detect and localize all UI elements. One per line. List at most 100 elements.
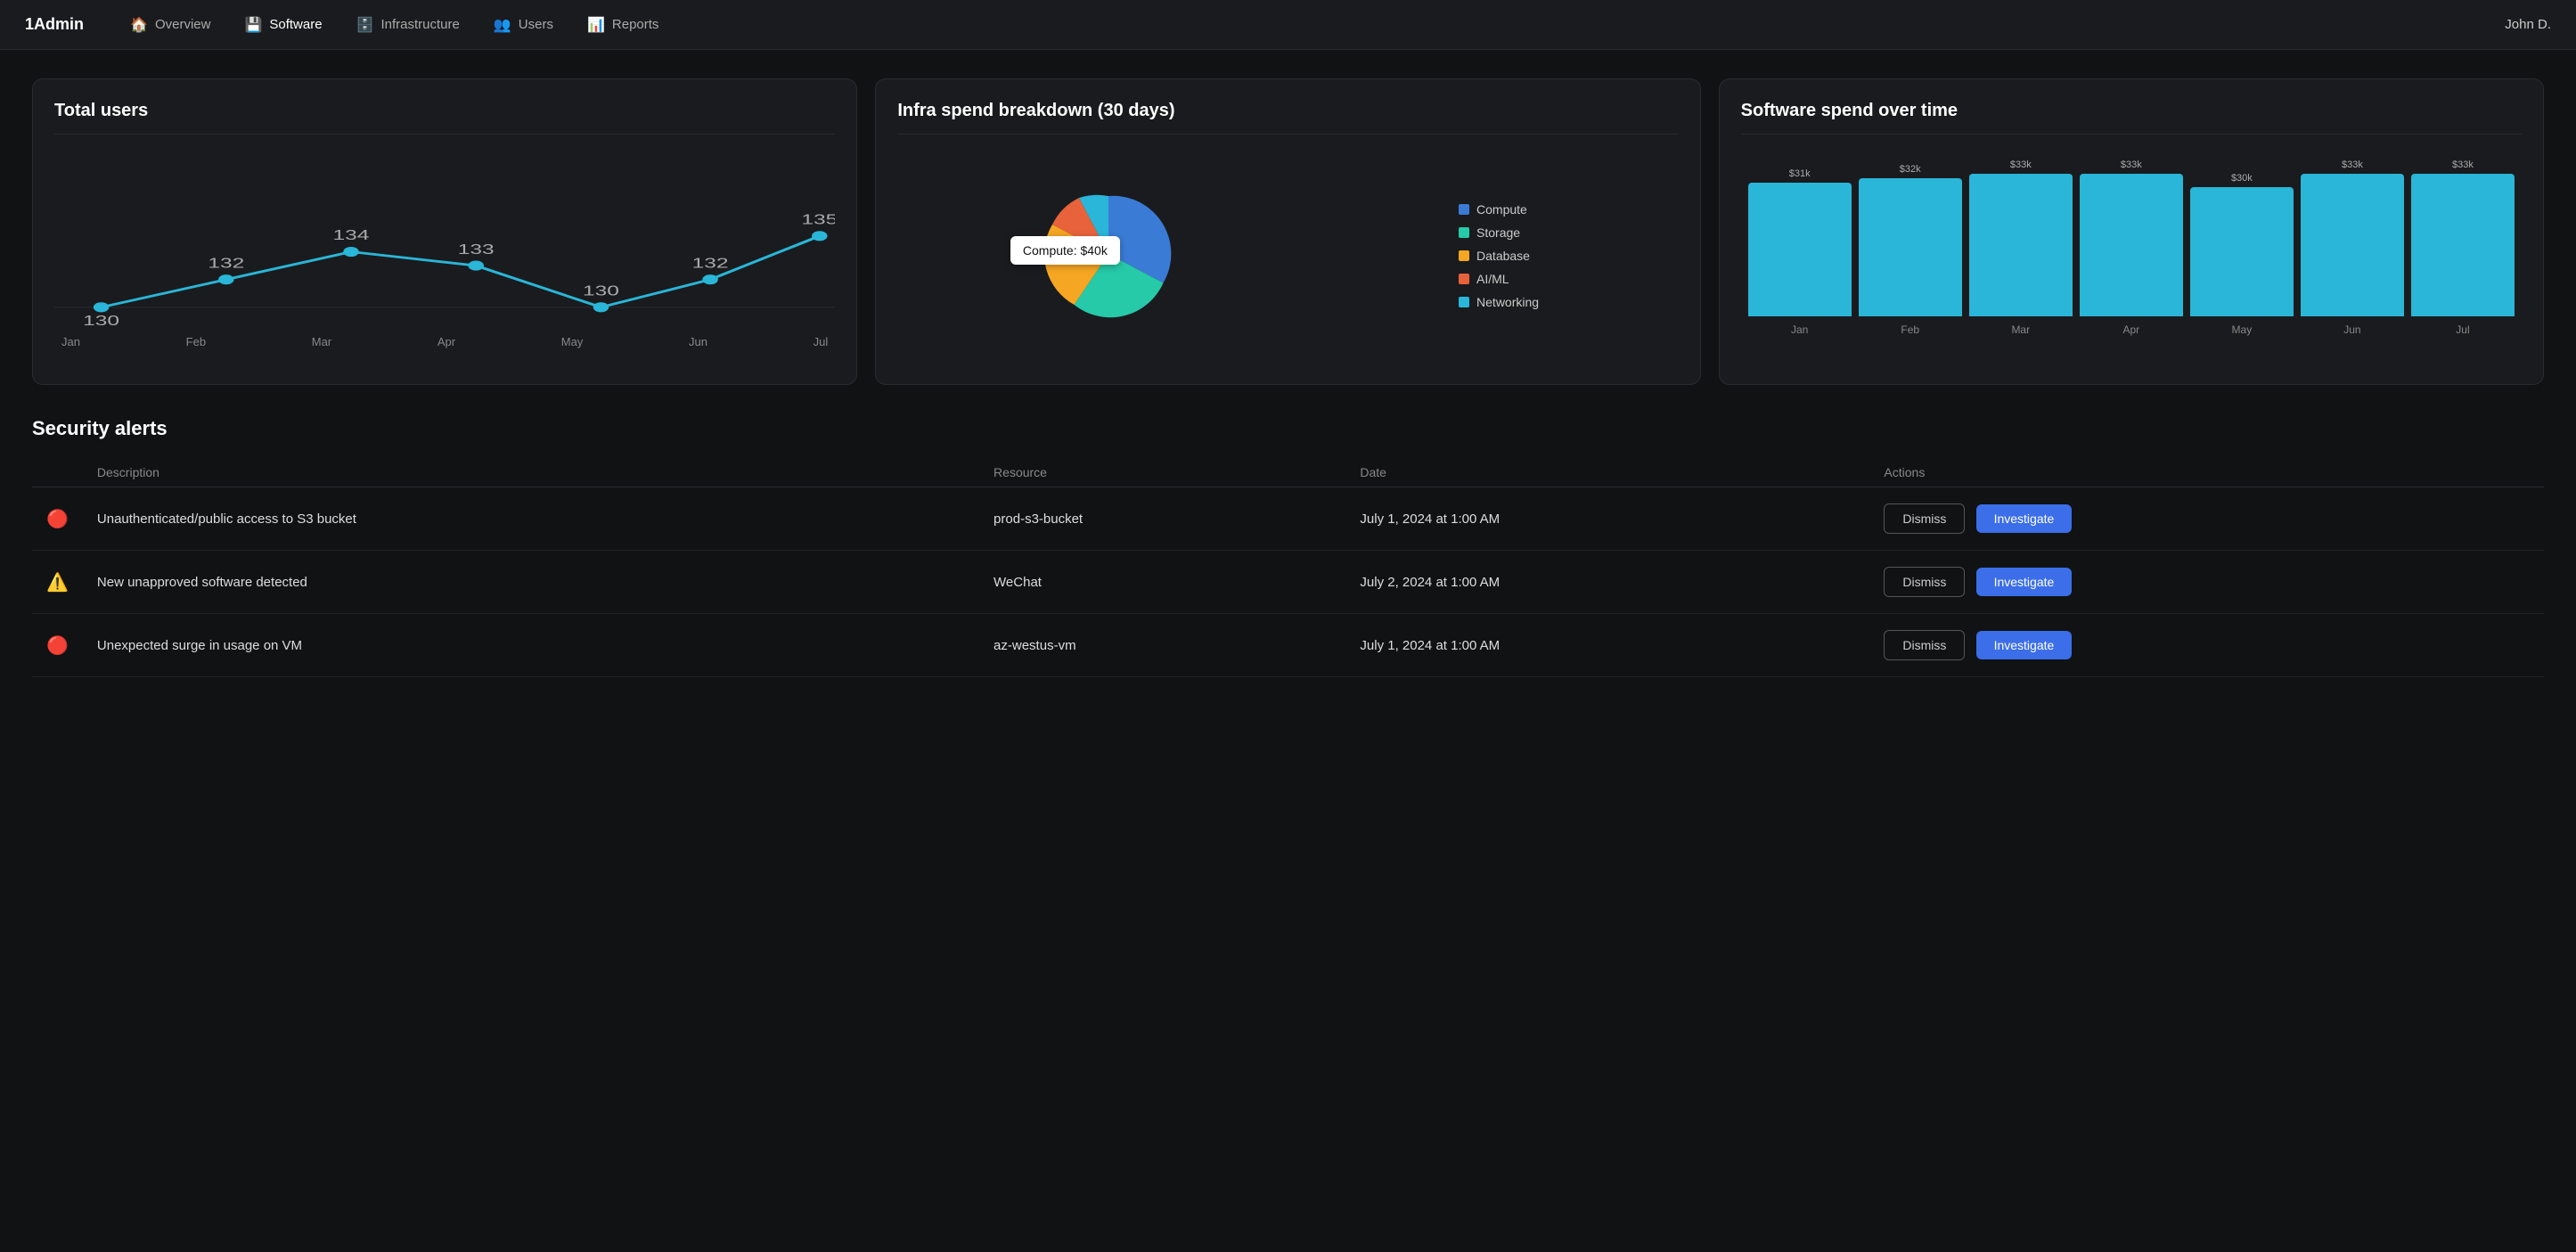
svg-text:132: 132 (208, 256, 244, 271)
investigate-button-0[interactable]: Investigate (1976, 504, 2073, 533)
svg-text:134: 134 (333, 228, 370, 243)
th-description: Description (83, 458, 979, 487)
table-row: 🔴 Unauthenticated/public access to S3 bu… (32, 487, 2544, 551)
bar-label-bottom-jan: Jan (1791, 323, 1808, 336)
table-row: 🔴 Unexpected surge in usage on VM az-wes… (32, 614, 2544, 677)
alert-date-1: July 2, 2024 at 1:00 AM (1345, 551, 1869, 614)
overview-icon: 🏠 (130, 16, 148, 34)
bar-col-may: $30k May (2190, 173, 2294, 336)
total-users-chart: 130 132 134 133 130 132 135 Jan Feb Mar … (54, 149, 835, 363)
legend-storage-label: Storage (1476, 225, 1520, 240)
bar-rect-jun (2301, 174, 2404, 316)
alert-icon-1: ⚠️ (46, 573, 69, 593)
alert-actions-2: Dismiss Investigate (1869, 614, 2544, 677)
svg-text:132: 132 (692, 256, 729, 271)
nav-software[interactable]: 💾 Software (230, 9, 336, 41)
svg-text:130: 130 (583, 283, 619, 299)
bar-label-top-jul: $33k (2452, 160, 2474, 170)
bar-label-top-jun: $33k (2342, 160, 2363, 170)
nav-overview[interactable]: 🏠 Overview (116, 9, 225, 41)
bar-col-jul: $33k Jul (2411, 160, 2515, 336)
bar-chart-wrap: $31k Jan $32k Feb $33k Mar $33k Apr $30k… (1741, 149, 2522, 336)
bar-rect-mar (1969, 174, 2073, 316)
alert-resource-0: prod-s3-bucket (979, 487, 1345, 551)
table-row: ⚠️ New unapproved software detected WeCh… (32, 551, 2544, 614)
total-users-card: Total users (32, 78, 857, 385)
bar-col-mar: $33k Mar (1969, 160, 2073, 336)
alert-icon-cell-2: 🔴 (32, 614, 83, 677)
aiml-dot (1459, 274, 1469, 284)
line-chart-svg: 130 132 134 133 130 132 135 (54, 149, 835, 327)
reports-icon: 📊 (587, 16, 605, 34)
legend-aiml-label: AI/ML (1476, 272, 1509, 286)
pie-chart-svg (1037, 183, 1180, 325)
nav-users[interactable]: 👥 Users (479, 9, 568, 41)
svg-text:135: 135 (801, 212, 835, 227)
x-jul: Jul (814, 335, 829, 348)
bar-label-top-mar: $33k (2010, 160, 2032, 170)
svg-text:130: 130 (83, 313, 119, 327)
x-mar: Mar (312, 335, 331, 348)
nav-reports[interactable]: 📊 Reports (573, 9, 673, 41)
bar-col-apr: $33k Apr (2080, 160, 2183, 336)
legend-networking-label: Networking (1476, 295, 1539, 309)
alert-actions-0: Dismiss Investigate (1869, 487, 2544, 551)
software-spend-title: Software spend over time (1741, 101, 2522, 135)
pie-section: Compute: $40k Compute Storage Database (897, 149, 1678, 363)
total-users-title: Total users (54, 101, 835, 135)
storage-dot (1459, 227, 1469, 238)
bar-col-jun: $33k Jun (2301, 160, 2404, 336)
nav-software-label: Software (269, 17, 322, 32)
x-jan: Jan (61, 335, 80, 348)
bar-label-bottom-jun: Jun (2343, 323, 2360, 336)
software-spend-card: Software spend over time $31k Jan $32k F… (1719, 78, 2544, 385)
legend-aiml: AI/ML (1459, 272, 1539, 286)
bar-label-bottom-apr: Apr (2122, 323, 2139, 336)
bar-label-top-jan: $31k (1789, 168, 1811, 179)
line-chart-x-axis: Jan Feb Mar Apr May Jun Jul (54, 331, 835, 348)
investigate-button-1[interactable]: Investigate (1976, 568, 2073, 596)
th-actions: Actions (1869, 458, 2544, 487)
th-resource: Resource (979, 458, 1345, 487)
dismiss-button-1[interactable]: Dismiss (1884, 567, 1965, 597)
investigate-button-2[interactable]: Investigate (1976, 631, 2073, 659)
infra-spend-title: Infra spend breakdown (30 days) (897, 101, 1678, 135)
nav-infrastructure[interactable]: 🗄️ Infrastructure (342, 9, 474, 41)
nav-reports-label: Reports (612, 17, 659, 32)
security-alerts-title: Security alerts (32, 417, 2544, 440)
legend-database: Database (1459, 249, 1539, 263)
bar-label-top-may: $30k (2231, 173, 2253, 184)
alerts-header: Description Resource Date Actions (32, 458, 2544, 487)
bar-rect-jul (2411, 174, 2515, 316)
alerts-tbody: 🔴 Unauthenticated/public access to S3 bu… (32, 487, 2544, 677)
alert-icon-cell-0: 🔴 (32, 487, 83, 551)
dismiss-button-0[interactable]: Dismiss (1884, 503, 1965, 534)
brand: 1Admin (25, 15, 84, 34)
th-date: Date (1345, 458, 1869, 487)
x-feb: Feb (186, 335, 206, 348)
dismiss-button-2[interactable]: Dismiss (1884, 630, 1965, 660)
x-may: May (561, 335, 584, 348)
compute-dot (1459, 204, 1469, 215)
alert-description-0: Unauthenticated/public access to S3 buck… (83, 487, 979, 551)
pie-wrap: Compute: $40k (1037, 183, 1180, 330)
bar-label-bottom-mar: Mar (2011, 323, 2030, 336)
cards-row: Total users (32, 78, 2544, 385)
bar-rect-may (2190, 187, 2294, 316)
alert-description-1: New unapproved software detected (83, 551, 979, 614)
nav-items: 🏠 Overview 💾 Software 🗄️ Infrastructure … (116, 9, 2505, 41)
bar-rect-apr (2080, 174, 2183, 316)
alert-resource-1: WeChat (979, 551, 1345, 614)
legend-compute-label: Compute (1476, 202, 1527, 217)
infra-spend-card: Infra spend breakdown (30 days) (875, 78, 1700, 385)
nav-infrastructure-label: Infrastructure (381, 17, 460, 32)
th-icon (32, 458, 83, 487)
software-spend-chart: $31k Jan $32k Feb $33k Mar $33k Apr $30k… (1741, 149, 2522, 363)
alert-description-2: Unexpected surge in usage on VM (83, 614, 979, 677)
pie-legend: Compute Storage Database AI/ML (1459, 202, 1539, 309)
alert-date-0: July 1, 2024 at 1:00 AM (1345, 487, 1869, 551)
alert-date-2: July 1, 2024 at 1:00 AM (1345, 614, 1869, 677)
bar-label-bottom-may: May (2232, 323, 2253, 336)
alert-resource-2: az-westus-vm (979, 614, 1345, 677)
bar-label-top-feb: $32k (1900, 164, 1921, 175)
